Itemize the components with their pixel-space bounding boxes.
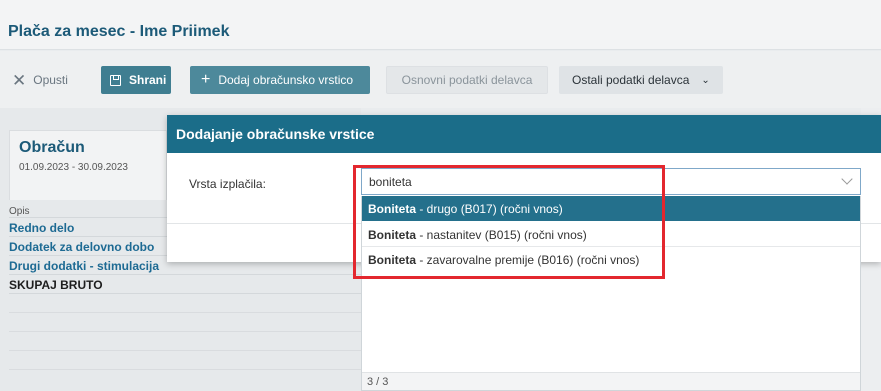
modal-title: Dodajanje obračunske vrstice [176,126,375,142]
save-button[interactable]: Shrani [101,66,171,94]
chevron-down-icon: ⌄ [701,74,710,86]
chevron-down-icon [841,173,853,185]
payment-type-label: Vrsta izplačila: [189,177,266,191]
modal-header: Dodajanje obračunske vrstice [167,115,881,153]
cancel-button-label: Opusti [33,73,68,87]
basic-employee-data-button[interactable]: Osnovni podatki delavca [386,66,548,94]
toolbar: ✕ Opusti Shrani + Dodaj obračunsko vrsti… [0,51,881,108]
basic-employee-data-label: Osnovni podatki delavca [401,73,533,87]
page-header: Plača za mesec - Ime Priimek [0,0,881,50]
save-button-label: Shrani [129,73,167,87]
add-calculation-row-button[interactable]: + Dodaj obračunsko vrstico [190,66,370,94]
add-calculation-row-label: Dodaj obračunsko vrstico [218,73,354,87]
highlight-box [353,165,665,279]
close-icon: ✕ [12,70,27,90]
other-employee-data-label: Ostali podatki delavca [572,73,690,87]
save-icon [110,74,121,86]
table-row-empty [9,351,361,370]
options-count: 3 / 3 [362,372,860,390]
obracun-card: Obračun 01.09.2023 - 30.09.2023 [9,130,167,200]
table-row-empty [9,313,361,332]
table-row-total: SKUPAJ BRUTO [9,275,361,294]
obracun-dates: 01.09.2023 - 30.09.2023 [19,162,128,173]
other-employee-data-dropdown[interactable]: Ostali podatki delavca ⌄ [559,66,723,94]
table-row-empty [9,294,361,313]
page-title: Plača za mesec - Ime Priimek [8,23,230,40]
table-row-empty [9,332,361,351]
cancel-button[interactable]: ✕ Opusti [8,66,86,94]
plus-icon: + [201,71,211,88]
obracun-title: Obračun [19,139,85,156]
